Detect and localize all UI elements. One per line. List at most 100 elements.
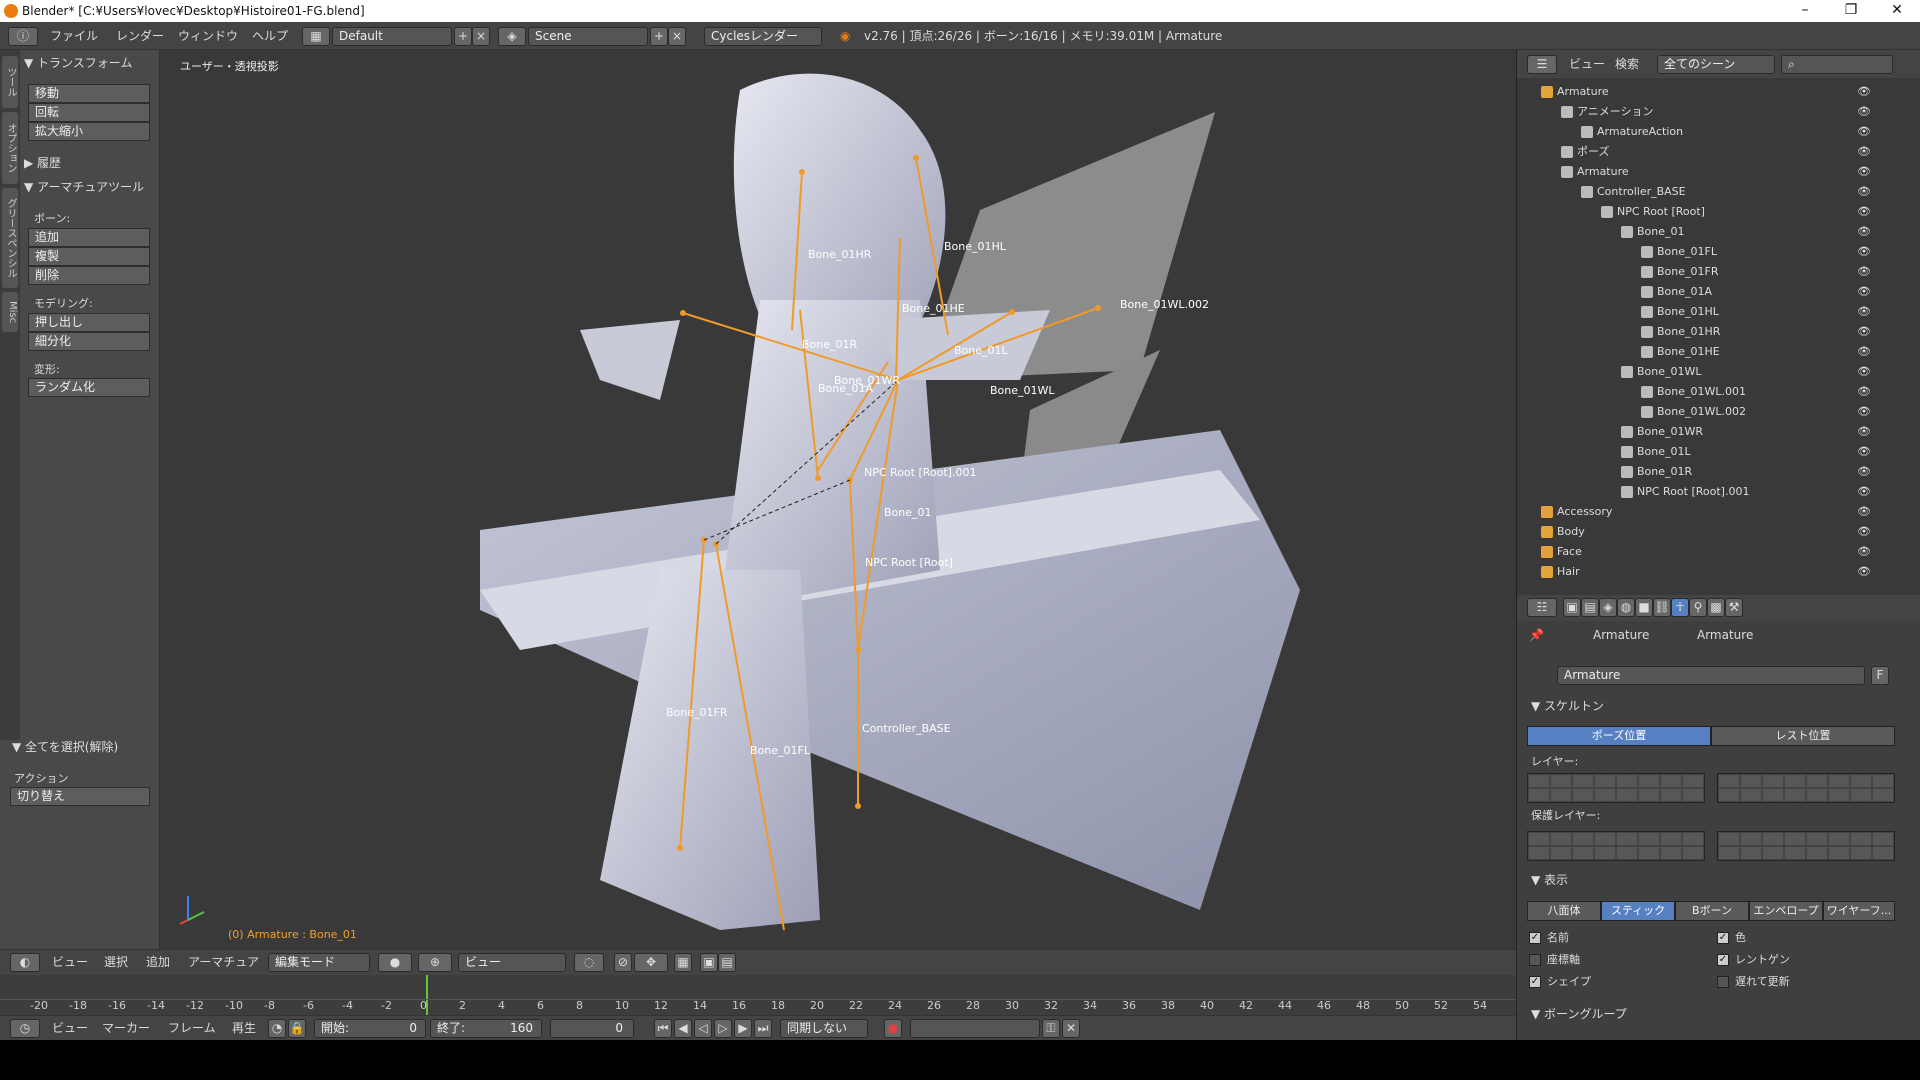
visibility-eye-icon[interactable]: 👁: [1857, 342, 1871, 362]
texture-tab-icon[interactable]: ▩: [1707, 598, 1725, 617]
colors-checkbox[interactable]: ✓ 色: [1717, 929, 1746, 945]
bone-constraint-tab-icon[interactable]: ⚒: [1725, 598, 1743, 617]
3d-viewport[interactable]: ユーザー・透視投影 (0) Armature : Bone_01 Bone_01…: [160, 50, 1516, 960]
outliner-row[interactable]: Bone_01WL.001: [1641, 382, 1841, 402]
end-frame-field[interactable]: 終了: 160: [430, 1019, 542, 1038]
scene-tab-icon[interactable]: ◈: [1599, 598, 1617, 617]
layer-grid-right[interactable]: [1717, 773, 1895, 803]
outliner-row[interactable]: NPC Root [Root]: [1601, 202, 1841, 222]
scene-icon[interactable]: ◈: [498, 27, 526, 46]
shading-icon[interactable]: ●: [378, 953, 412, 972]
sync-select[interactable]: 同期しない: [780, 1019, 868, 1038]
outliner-row[interactable]: Bone_01WL: [1621, 362, 1841, 382]
mode-select[interactable]: 編集モード: [268, 953, 370, 972]
visibility-eye-icon[interactable]: 👁: [1857, 142, 1871, 162]
outliner-row[interactable]: Bone_01WR: [1621, 422, 1841, 442]
visibility-eye-icon[interactable]: 👁: [1857, 382, 1871, 402]
render-layers-tab-icon[interactable]: ▤: [1581, 598, 1599, 617]
record-icon[interactable]: ●: [884, 1019, 902, 1038]
outliner-row[interactable]: ArmatureAction: [1581, 122, 1841, 142]
start-frame-field[interactable]: 開始: 0: [314, 1019, 426, 1038]
visibility-eye-icon[interactable]: 👁: [1857, 402, 1871, 422]
jump-start-icon[interactable]: ⏮: [654, 1019, 672, 1038]
menu-frame[interactable]: フレーム: [168, 1018, 216, 1038]
constraints-tab-icon[interactable]: ⛓: [1653, 598, 1671, 617]
armature-data-tab-icon[interactable]: ☥: [1671, 598, 1689, 617]
layer-grid-left[interactable]: [1527, 773, 1705, 803]
outliner-row[interactable]: Bone_01FL: [1641, 242, 1841, 262]
menu-add[interactable]: 追加: [146, 952, 170, 972]
names-checkbox[interactable]: ✓ 名前: [1529, 929, 1569, 945]
outliner-row[interactable]: Armature: [1561, 162, 1841, 182]
menu-window[interactable]: ウィンドウ: [178, 26, 238, 46]
keying-set-field[interactable]: [910, 1019, 1040, 1038]
outliner-row[interactable]: Armature: [1541, 82, 1841, 102]
skeleton-header[interactable]: ▼ スケルトン: [1531, 697, 1604, 714]
editor-type-icon[interactable]: ⓘ: [8, 27, 38, 46]
protected-layer-grid-right[interactable]: [1717, 831, 1895, 861]
outliner-row[interactable]: Body: [1541, 522, 1841, 542]
minimize-icon[interactable]: –: [1782, 0, 1828, 22]
visibility-eye-icon[interactable]: 👁: [1857, 422, 1871, 442]
extrude-button[interactable]: 押し出し: [28, 313, 150, 332]
display-mode-select[interactable]: 全てのシーン: [1657, 55, 1775, 74]
randomize-button[interactable]: ランダム化: [28, 378, 150, 397]
menu-armature[interactable]: アーマチュア: [188, 952, 259, 972]
next-key-icon[interactable]: ▶: [734, 1019, 752, 1038]
rest-position-button[interactable]: レスト位置: [1711, 726, 1895, 746]
scale-button[interactable]: 拡大縮小: [28, 122, 150, 141]
tab-grease-pencil[interactable]: グリースペンシル: [2, 188, 18, 288]
editor-type-icon[interactable]: ◐: [10, 953, 40, 972]
pin-icon[interactable]: 📌: [1529, 625, 1544, 645]
outliner-row[interactable]: Hair: [1541, 562, 1841, 582]
menu-marker[interactable]: マーカー: [102, 1018, 150, 1038]
current-frame-field[interactable]: 0: [550, 1019, 634, 1038]
play-icon[interactable]: ▷: [714, 1019, 732, 1038]
remove-scene-icon[interactable]: ×: [668, 27, 686, 46]
subdivide-button[interactable]: 細分化: [28, 332, 150, 351]
pivot-icon[interactable]: ⊕: [418, 953, 452, 972]
lock-icon[interactable]: 🔒: [288, 1019, 306, 1038]
visibility-eye-icon[interactable]: 👁: [1857, 542, 1871, 562]
delete-key-icon[interactable]: ✕: [1062, 1019, 1080, 1038]
bone-groups-header[interactable]: ▼ ボーングループ: [1531, 1005, 1627, 1022]
outliner-row[interactable]: Bone_01FR: [1641, 262, 1841, 282]
visibility-eye-icon[interactable]: 👁: [1857, 82, 1871, 102]
fake-user-button[interactable]: F: [1871, 666, 1889, 685]
menu-render[interactable]: レンダー: [116, 26, 164, 46]
visibility-eye-icon[interactable]: 👁: [1857, 302, 1871, 322]
outliner-row[interactable]: アニメーション: [1561, 102, 1841, 122]
jump-end-icon[interactable]: ⏭: [754, 1019, 772, 1038]
display-header[interactable]: ▼ 表示: [1531, 871, 1568, 888]
outliner-row[interactable]: Bone_01HR: [1641, 322, 1841, 342]
remove-layout-icon[interactable]: ×: [472, 27, 490, 46]
outliner-row[interactable]: NPC Root [Root].001: [1621, 482, 1841, 502]
tab-misc[interactable]: Misc: [2, 292, 18, 332]
scene-field[interactable]: Scene: [528, 27, 648, 46]
select-all-panel-header[interactable]: ▼ 全てを選択(解除): [12, 738, 118, 756]
add-layout-icon[interactable]: +: [454, 27, 472, 46]
menu-file[interactable]: ファイル: [50, 26, 98, 46]
insert-key-icon[interactable]: ⚿: [1042, 1019, 1060, 1038]
envelope-button[interactable]: エンベロープ: [1749, 901, 1823, 921]
snap-icon[interactable]: ◌: [574, 953, 604, 972]
visibility-eye-icon[interactable]: 👁: [1857, 222, 1871, 242]
visibility-eye-icon[interactable]: 👁: [1857, 162, 1871, 182]
outliner-row[interactable]: Bone_01L: [1621, 442, 1841, 462]
wire-button[interactable]: ワイヤーフ...: [1823, 901, 1895, 921]
visibility-eye-icon[interactable]: 👁: [1857, 482, 1871, 502]
tab-tools[interactable]: ツール: [2, 56, 18, 108]
visibility-eye-icon[interactable]: 👁: [1857, 562, 1871, 582]
menu-help[interactable]: ヘルプ: [252, 26, 288, 46]
prev-key-icon[interactable]: ◀: [674, 1019, 692, 1038]
visibility-eye-icon[interactable]: 👁: [1857, 282, 1871, 302]
layout-field[interactable]: Default: [332, 27, 452, 46]
stick-button[interactable]: スティック: [1601, 901, 1675, 921]
orientation-select[interactable]: ビュー: [458, 953, 566, 972]
outliner-row[interactable]: ポーズ: [1561, 142, 1841, 162]
proportional-icon[interactable]: ⊘: [614, 953, 632, 972]
axes-checkbox[interactable]: 座標軸: [1529, 951, 1580, 967]
delete-bone-button[interactable]: 削除: [28, 266, 150, 285]
outliner-row[interactable]: Face: [1541, 542, 1841, 562]
add-scene-icon[interactable]: +: [650, 27, 668, 46]
